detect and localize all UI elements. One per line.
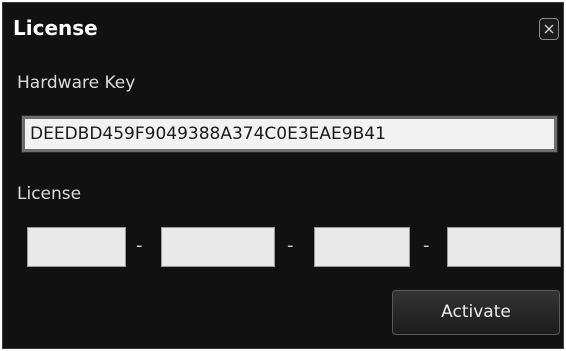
license-separator-3: - [423, 235, 430, 256]
license-separator-1: - [136, 235, 143, 256]
hardware-key-label: Hardware Key [17, 73, 136, 93]
license-separator-2: - [287, 235, 294, 256]
activate-button[interactable]: Activate [392, 290, 560, 335]
license-segment-3[interactable] [314, 227, 410, 267]
close-button[interactable] [539, 18, 559, 40]
hardware-key-field[interactable]: DEEDBD459F9049388A374C0E3EAE9B41 [21, 115, 558, 153]
license-dialog: License Hardware Key DEEDBD459F9049388A3… [2, 2, 564, 349]
dialog-title: License [13, 16, 98, 40]
license-segment-4[interactable] [447, 227, 561, 267]
license-segment-2[interactable] [161, 227, 275, 267]
close-icon [544, 24, 554, 34]
license-label: License [17, 184, 82, 204]
license-segment-1[interactable] [27, 227, 126, 267]
title-bar: License [3, 3, 563, 47]
